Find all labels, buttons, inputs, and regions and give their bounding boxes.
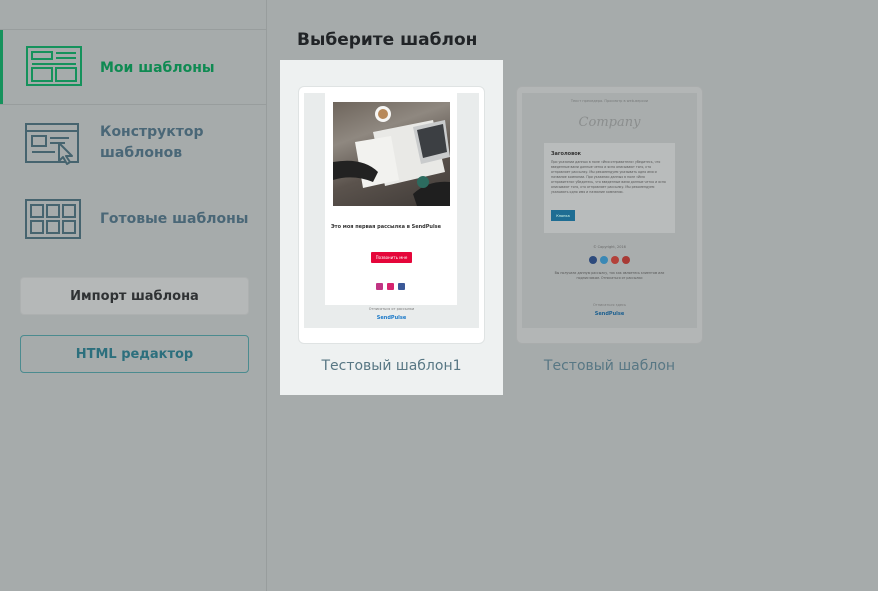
- template-preview: Это моя первая рассылка в SendPulse Позв…: [304, 93, 479, 328]
- sidebar: Мои шаблоны Конструктор шаблонов Готовые…: [0, 0, 267, 591]
- sidebar-item-label: Мои шаблоны: [100, 60, 215, 76]
- page-title: Выберите шаблон: [297, 30, 478, 50]
- template-name[interactable]: Тестовый шаблон1: [298, 358, 485, 374]
- preview-button: Кнопка: [551, 210, 575, 221]
- facebook-icon: [398, 283, 405, 290]
- preview-photo: [333, 102, 450, 206]
- instagram-icon: [376, 283, 383, 290]
- preview-heading: Это моя первая рассылка в SendPulse: [331, 224, 442, 230]
- facebook-icon: [589, 256, 597, 264]
- preview-copyright: © Copyright, 2016: [593, 245, 626, 249]
- sidebar-item-my-templates[interactable]: Мои шаблоны: [0, 30, 266, 104]
- youtube-icon: [622, 256, 630, 264]
- preview-heading: Заголовок: [551, 151, 582, 157]
- template-card[interactable]: Это моя первая рассылка в SendPulse Позв…: [298, 86, 485, 344]
- preview-sheet: Это моя первая рассылка в SendPulse Позв…: [325, 93, 457, 305]
- preview-button: Позвонить мне: [371, 252, 412, 263]
- sidebar-item-label: Готовые шаблоны: [100, 211, 249, 227]
- sidebar-item-label: Конструктор шаблонов: [100, 124, 204, 161]
- template-tile-selected[interactable]: Это моя первая рассылка в SendPulse Позв…: [280, 60, 503, 395]
- preview-preheader: Текст прехедера. Просмотр в web-версии: [570, 99, 649, 103]
- import-template-button[interactable]: Импорт шаблона: [20, 277, 249, 315]
- preview-body: При указании данных в поле «Имя отправит…: [551, 160, 666, 194]
- foursquare-icon: [387, 283, 394, 290]
- template-name[interactable]: Тестовый шаблон: [516, 358, 703, 374]
- preview-logo: Company: [578, 115, 641, 130]
- sidebar-item-template-builder[interactable]: Конструктор шаблонов: [0, 105, 266, 183]
- preview-content-box: Заголовок При указании данных в поле «Им…: [544, 143, 675, 233]
- layout-template-icon: [26, 46, 82, 90]
- sidebar-item-ready-templates[interactable]: Готовые шаблоны: [0, 185, 266, 255]
- template-preview: Текст прехедера. Просмотр в web-версии C…: [522, 93, 697, 328]
- preview-footer: Отписаться от рассылки: [368, 307, 415, 311]
- twitter-icon: [600, 256, 608, 264]
- preview-footer: Отписаться здесь: [592, 303, 627, 307]
- grid-icon: [25, 199, 81, 243]
- html-editor-button[interactable]: HTML редактор: [20, 335, 249, 373]
- preview-brand: SendPulse: [594, 311, 625, 317]
- google-plus-icon: [611, 256, 619, 264]
- builder-cursor-icon: [25, 123, 81, 169]
- preview-brand: SendPulse: [376, 315, 407, 321]
- template-card[interactable]: Текст прехедера. Просмотр в web-версии C…: [516, 86, 703, 344]
- preview-note: Вы получили данную рассылку, так как явл…: [554, 271, 665, 280]
